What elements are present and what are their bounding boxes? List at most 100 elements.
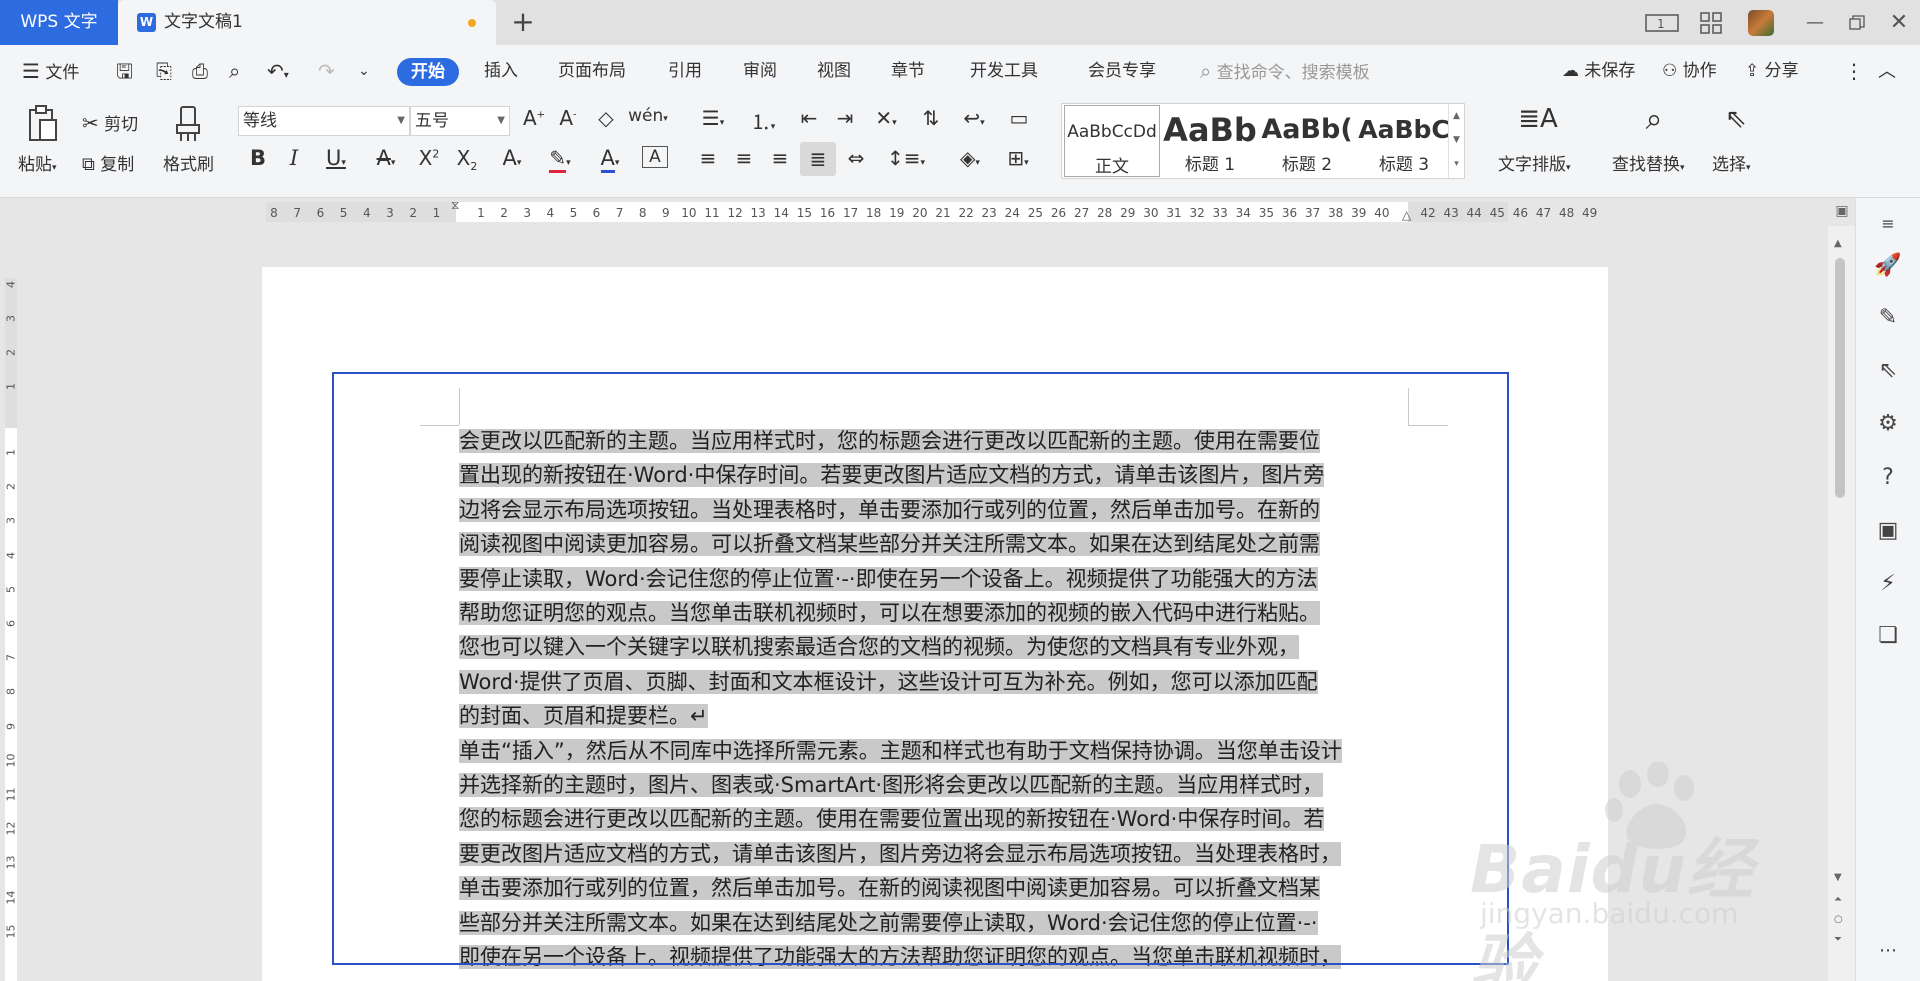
print-preview-icon[interactable]: ⌕ bbox=[229, 45, 240, 98]
share-button[interactable]: ⇪ 分享 bbox=[1745, 45, 1799, 98]
strikethrough-icon[interactable]: A▾ bbox=[366, 146, 406, 170]
decrease-indent-icon[interactable]: ⇤ bbox=[794, 106, 824, 130]
increase-indent-icon[interactable]: ⇥ bbox=[830, 106, 860, 130]
image-edit-icon[interactable]: ▣ bbox=[1870, 513, 1906, 549]
grid-apps-icon[interactable] bbox=[1693, 0, 1729, 45]
pinyin-guide-icon[interactable]: wén▾ bbox=[628, 106, 668, 126]
collapse-ribbon-icon[interactable]: ︿ bbox=[1878, 45, 1896, 98]
italic-icon[interactable]: I bbox=[282, 146, 306, 170]
tab-page-layout[interactable]: 页面布局 bbox=[558, 45, 626, 98]
command-search[interactable]: ⌕ 查找命令、搜索模板 bbox=[1200, 45, 1370, 98]
bullet-list-icon[interactable]: ☰▾ bbox=[694, 106, 732, 130]
style-heading-2[interactable]: AaBb( 标题 2 bbox=[1259, 104, 1355, 178]
grow-font-icon[interactable]: A+ bbox=[520, 106, 548, 130]
vertical-ruler[interactable]: 4321 1 2 3 4 5 6 7 8 9 10 11 12 13 14 15 bbox=[0, 226, 22, 981]
more-icon[interactable]: ⋮ bbox=[1844, 45, 1864, 98]
table-of-ruler-icon[interactable]: ▭ bbox=[1004, 106, 1034, 130]
style-heading-1[interactable]: AaBb 标题 1 bbox=[1162, 104, 1258, 178]
shading-icon[interactable]: ◈▾ bbox=[950, 146, 990, 170]
find-replace-button[interactable]: 查找替换▾ bbox=[1612, 150, 1685, 175]
more-options-icon[interactable]: ⋯ bbox=[1870, 933, 1906, 969]
print-icon[interactable]: ⎙ bbox=[192, 45, 208, 98]
help-icon[interactable]: ? bbox=[1870, 460, 1906, 496]
style-heading-3[interactable]: AaBbC 标题 3 bbox=[1356, 104, 1452, 178]
tab-chapter[interactable]: 章节 bbox=[891, 45, 925, 98]
align-center-icon[interactable]: ≡ bbox=[730, 146, 758, 170]
paste-icon[interactable] bbox=[22, 104, 62, 144]
text-effect-icon[interactable]: A▾ bbox=[492, 146, 532, 170]
line-spacing-icon[interactable]: ↕≡▾ bbox=[886, 146, 926, 170]
style-normal[interactable]: AaBbCcDd 正文 bbox=[1064, 105, 1160, 177]
show-marks-icon[interactable]: ↩▾ bbox=[954, 106, 994, 130]
cursor-select-icon[interactable]: ⇖ bbox=[1718, 104, 1754, 134]
format-painter-icon[interactable] bbox=[172, 104, 206, 144]
font-size-select[interactable]: 五号 ▼ bbox=[410, 106, 510, 136]
chinese-layout-icon[interactable]: ✕▾ bbox=[866, 106, 906, 130]
format-painter-button[interactable]: 格式刷 bbox=[163, 150, 214, 175]
document-tab[interactable]: W 文字文稿1 bbox=[118, 0, 496, 45]
tab-developer[interactable]: 开发工具 bbox=[970, 45, 1038, 98]
tab-view[interactable]: 视图 bbox=[817, 45, 851, 98]
align-right-icon[interactable]: ≡ bbox=[766, 146, 794, 170]
underline-icon[interactable]: U▾ bbox=[316, 146, 356, 170]
sort-icon[interactable]: ⇅ bbox=[916, 106, 946, 130]
copy-button[interactable]: ⧉ 复制 bbox=[82, 150, 134, 175]
scrollbar-thumb[interactable] bbox=[1835, 258, 1845, 498]
minimize-icon[interactable]: — bbox=[1800, 0, 1830, 45]
tab-review[interactable]: 审阅 bbox=[743, 45, 777, 98]
distributed-align-icon[interactable]: ⇔ bbox=[842, 146, 870, 170]
prev-page-icon[interactable]: ⏶ bbox=[1834, 894, 1842, 905]
ruler-toggle-icon[interactable]: ▣ bbox=[1832, 203, 1852, 223]
rocket-icon[interactable]: 🚀 bbox=[1870, 248, 1906, 284]
highlight-icon[interactable]: ✎▾ bbox=[540, 146, 580, 173]
new-tab-plus-icon[interactable]: + bbox=[510, 8, 536, 36]
border-icon[interactable]: ⊞▾ bbox=[998, 146, 1038, 170]
next-page-icon[interactable]: ⏷ bbox=[1834, 934, 1842, 945]
numbered-list-icon[interactable]: ⒈▾ bbox=[744, 106, 782, 135]
tab-member[interactable]: 会员专享 bbox=[1088, 45, 1156, 98]
undo-icon[interactable]: ↶▾ bbox=[267, 45, 289, 98]
file-menu[interactable]: ☰ 文件 bbox=[22, 45, 79, 98]
paste-button[interactable]: 粘贴▾ bbox=[18, 150, 57, 175]
text-layout-button[interactable]: 文字排版▾ bbox=[1498, 150, 1571, 175]
restore-icon[interactable] bbox=[1842, 0, 1872, 45]
page-layout-icon[interactable]: 1 bbox=[1642, 0, 1682, 45]
pen-icon[interactable]: ✎ bbox=[1870, 300, 1906, 336]
char-border-icon[interactable]: A bbox=[642, 146, 668, 168]
book-search-icon[interactable]: ❏ bbox=[1870, 618, 1906, 654]
superscript-icon[interactable]: X2 bbox=[414, 146, 444, 170]
clear-format-icon[interactable]: ◇ bbox=[592, 106, 620, 130]
shrink-font-icon[interactable]: A- bbox=[554, 106, 582, 130]
tab-references[interactable]: 引用 bbox=[668, 45, 702, 98]
subscript-icon[interactable]: X2 bbox=[452, 146, 482, 173]
cut-button[interactable]: ✂ 剪切 bbox=[82, 110, 138, 135]
customize-quick-access-icon[interactable]: ⌄ bbox=[358, 45, 370, 98]
pane-menu-icon[interactable]: ≡ bbox=[1870, 206, 1906, 242]
font-color-icon[interactable]: A▾ bbox=[590, 146, 630, 173]
align-left-icon[interactable]: ≡ bbox=[694, 146, 722, 170]
close-icon[interactable]: ✕ bbox=[1884, 0, 1914, 45]
tab-home[interactable]: 开始 bbox=[397, 58, 459, 86]
browse-object-icon[interactable]: ○ bbox=[1834, 914, 1843, 925]
tab-insert[interactable]: 插入 bbox=[484, 45, 518, 98]
font-name-select[interactable]: 等线 ▼ bbox=[238, 106, 410, 136]
save-icon[interactable]: 🖫 bbox=[116, 45, 133, 98]
indent-marker-icon[interactable]: ⧖ bbox=[451, 198, 459, 213]
magnifier-icon[interactable]: ⌕ bbox=[1634, 102, 1674, 137]
unsaved-button[interactable]: ☁ 未保存 bbox=[1562, 45, 1635, 98]
scroll-up-icon[interactable]: ▲ bbox=[1834, 238, 1842, 249]
bold-icon[interactable]: B bbox=[246, 146, 270, 170]
text-layout-icon[interactable]: ≣A bbox=[1518, 104, 1558, 134]
pointer-icon[interactable]: ⇖ bbox=[1870, 353, 1906, 389]
user-avatar[interactable] bbox=[1744, 0, 1778, 45]
wps-home-tab[interactable]: WPS 文字 bbox=[0, 0, 118, 45]
justify-icon[interactable]: ≣ bbox=[800, 142, 836, 176]
collaborate-button[interactable]: ⚇ 协作 bbox=[1662, 45, 1717, 98]
style-gallery-scroll[interactable]: ▲ ▼ ▾ bbox=[1448, 104, 1464, 178]
horizontal-ruler[interactable]: 87654321 1 2 3 4 5 6 7 8 9 10 11 12 13 14 15 16 17 18 19 20… bbox=[0, 198, 1855, 226]
right-indent-marker-icon[interactable]: △ bbox=[1402, 208, 1411, 222]
settings-sliders-icon[interactable]: ⚙ bbox=[1870, 406, 1906, 442]
redo-icon[interactable]: ↷ bbox=[318, 45, 335, 98]
bolt-icon[interactable]: ⚡ bbox=[1870, 566, 1906, 602]
select-button[interactable]: 选择▾ bbox=[1712, 150, 1751, 175]
